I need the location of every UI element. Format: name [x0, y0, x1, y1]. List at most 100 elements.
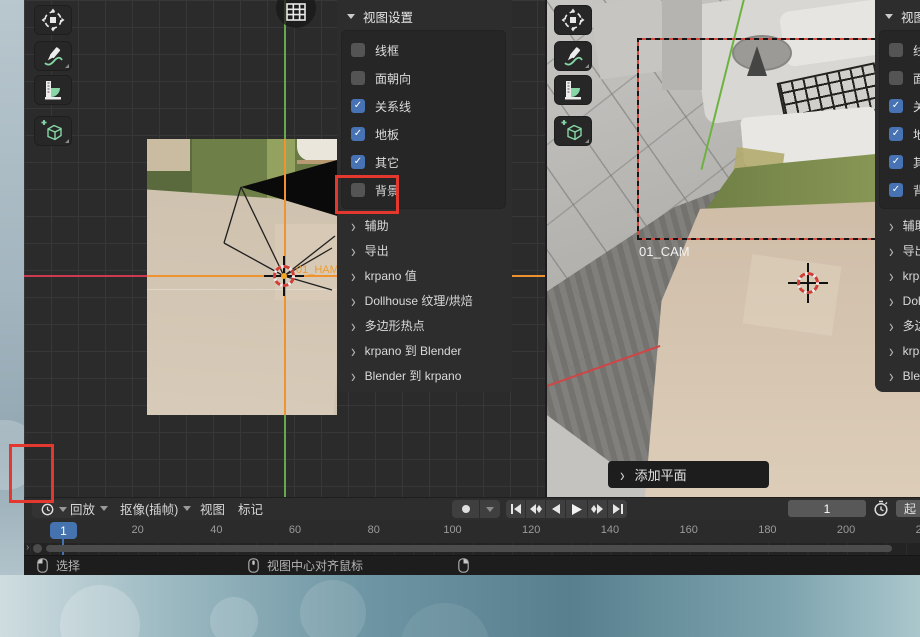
ruler-tick-label: 160	[679, 524, 697, 536]
panel-section-collapsed[interactable]: ›krpano 到 Blender	[879, 338, 920, 363]
3d-cursor-icon[interactable]	[273, 265, 295, 287]
menu-marker[interactable]: 标记	[238, 498, 263, 519]
viewport-left[interactable]: 01_HAM	[24, 0, 545, 497]
annotate-tool[interactable]	[554, 41, 592, 71]
status-select-hint: 选择	[37, 556, 80, 575]
annotation-box-bottom-left	[9, 444, 54, 503]
panel-section-collapsed[interactable]: ›krpano 值	[879, 263, 920, 288]
measure-tool[interactable]	[554, 75, 592, 105]
section-label: 辅助	[903, 217, 920, 234]
add-cube-tool-icon	[40, 118, 66, 144]
checkbox-checked-icon[interactable]	[351, 127, 365, 141]
navigate-gizmo-icon	[41, 8, 65, 32]
add-cube-tool[interactable]	[34, 116, 72, 146]
collapse-chevron-icon	[885, 14, 893, 19]
navigate-gizmo-tool[interactable]	[34, 5, 72, 35]
ruler-tick-label: 140	[601, 524, 619, 536]
stopwatch-icon[interactable]	[873, 500, 889, 517]
measure-tool[interactable]	[34, 75, 72, 105]
measure-tool-icon	[561, 78, 585, 102]
play-reverse-button[interactable]	[546, 500, 565, 518]
ruler-tick-label: 20	[131, 524, 143, 536]
jump-to-end-button[interactable]	[608, 500, 627, 518]
panel-section-collapsed[interactable]: ›导出	[341, 238, 511, 263]
view-setting-row[interactable]: 面朝向	[351, 64, 505, 92]
channel-expand-chevron[interactable]: ›	[26, 542, 29, 553]
ruler-tick-label: 220	[916, 524, 920, 536]
checkbox-checked-icon[interactable]	[889, 99, 903, 113]
panel-section-collapsed[interactable]: ›krpano 值	[341, 263, 511, 288]
right-mouse-icon	[458, 558, 469, 573]
add-plane-button[interactable]: › 添加平面	[608, 461, 769, 488]
annotate-tool[interactable]	[34, 41, 72, 71]
panel-section-collapsed[interactable]: ›辅助	[879, 213, 920, 238]
panel-section-collapsed[interactable]: ›krpano 到 Blender	[341, 338, 511, 363]
start-frame-field[interactable]: 起	[896, 500, 920, 517]
view-setting-row[interactable]: 线框	[889, 36, 920, 64]
panel-section-collapsed[interactable]: ›Blender 到 krpano	[879, 363, 920, 388]
view-setting-row[interactable]: 其它	[889, 148, 920, 176]
grid-icon[interactable]	[286, 3, 306, 21]
desktop-wallpaper-bottom	[0, 575, 920, 637]
navigate-gizmo-tool[interactable]	[554, 5, 592, 35]
view-setting-row[interactable]: 地板	[351, 120, 505, 148]
checkbox-label: 地板	[913, 126, 920, 143]
timeline-scroll-knob[interactable]	[33, 544, 42, 553]
viewport-right[interactable]: 01_CAM › 添加平面	[547, 0, 920, 497]
prev-keyframe-button[interactable]	[526, 500, 545, 518]
panel-section-collapsed[interactable]: ›多边形热点	[341, 313, 511, 338]
checkbox-checked-icon[interactable]	[889, 183, 903, 197]
screen: { "window": {"app": "Blender"}, "view_se…	[0, 0, 920, 637]
view-setting-row[interactable]: 关系线	[889, 92, 920, 120]
camera-name-label: 01_CAM	[639, 244, 690, 259]
dropdown-chevron-icon	[59, 507, 67, 512]
checkbox-checked-icon[interactable]	[889, 127, 903, 141]
expand-chevron-icon: ›	[351, 266, 356, 284]
panel-section-collapsed[interactable]: ›导出	[879, 238, 920, 263]
panel-header[interactable]: 视图设置	[885, 7, 920, 26]
view-setting-row[interactable]: 背景	[889, 176, 920, 204]
annotation-box-background-checkbox	[335, 175, 399, 214]
current-frame-badge[interactable]: 1	[50, 522, 77, 539]
checkbox-checked-icon[interactable]	[351, 155, 365, 169]
menu-keying[interactable]: 抠像(插帧)	[120, 498, 191, 519]
auto-keying-button[interactable]	[452, 500, 479, 518]
checkbox-unchecked-icon[interactable]	[351, 71, 365, 85]
checkbox-unchecked-icon[interactable]	[351, 43, 365, 57]
play-button[interactable]	[566, 500, 587, 518]
measure-tool-icon	[41, 78, 65, 102]
next-keyframe-button[interactable]	[588, 500, 607, 518]
jump-to-start-button[interactable]	[506, 500, 525, 518]
expand-chevron-icon: ›	[889, 266, 894, 284]
view-setting-row[interactable]: 其它	[351, 148, 505, 176]
section-label: Dollhouse 纹理/烘焙	[903, 292, 920, 309]
add-cube-tool[interactable]	[554, 116, 592, 146]
panel-section-collapsed[interactable]: ›多边形热点	[879, 313, 920, 338]
panel-section-collapsed[interactable]: ›Dollhouse 纹理/烘焙	[341, 288, 511, 313]
panel-section-collapsed[interactable]: ›Dollhouse 纹理/烘焙	[879, 288, 920, 313]
menu-view[interactable]: 视图	[200, 498, 225, 519]
view-setting-row[interactable]: 地板	[889, 120, 920, 148]
annotate-tool-icon	[561, 44, 585, 68]
left-mouse-icon	[37, 558, 48, 573]
checkbox-unchecked-icon[interactable]	[889, 43, 903, 57]
current-frame-field[interactable]: 1	[788, 500, 866, 517]
keying-dropdown[interactable]	[480, 500, 500, 518]
view-settings-panel-sliver: 视图设置 线框面朝向关系线地板其它背景 ›辅助›导出›krpano 值›Doll…	[875, 0, 920, 392]
3d-cursor-icon[interactable]	[797, 272, 819, 294]
timeline-scrollbar[interactable]	[46, 545, 892, 552]
panel-section-collapsed[interactable]: ›辅助	[341, 213, 511, 238]
expand-chevron-icon: ›	[889, 341, 894, 359]
panel-header[interactable]: 视图设置	[347, 7, 413, 26]
panel-section-collapsed[interactable]: ›Blender 到 krpano	[341, 363, 511, 388]
menu-playback[interactable]: 回放	[70, 498, 108, 519]
view-setting-row[interactable]: 关系线	[351, 92, 505, 120]
expand-chevron-icon: ›	[351, 341, 356, 359]
checkbox-checked-icon[interactable]	[351, 99, 365, 113]
view-setting-row[interactable]: 线框	[351, 36, 505, 64]
view-setting-row[interactable]: 面朝向	[889, 64, 920, 92]
section-label: 辅助	[365, 217, 389, 234]
timeline-ruler[interactable]: 20406080100120140160180200220	[24, 520, 920, 543]
checkbox-unchecked-icon[interactable]	[889, 71, 903, 85]
checkbox-checked-icon[interactable]	[889, 155, 903, 169]
